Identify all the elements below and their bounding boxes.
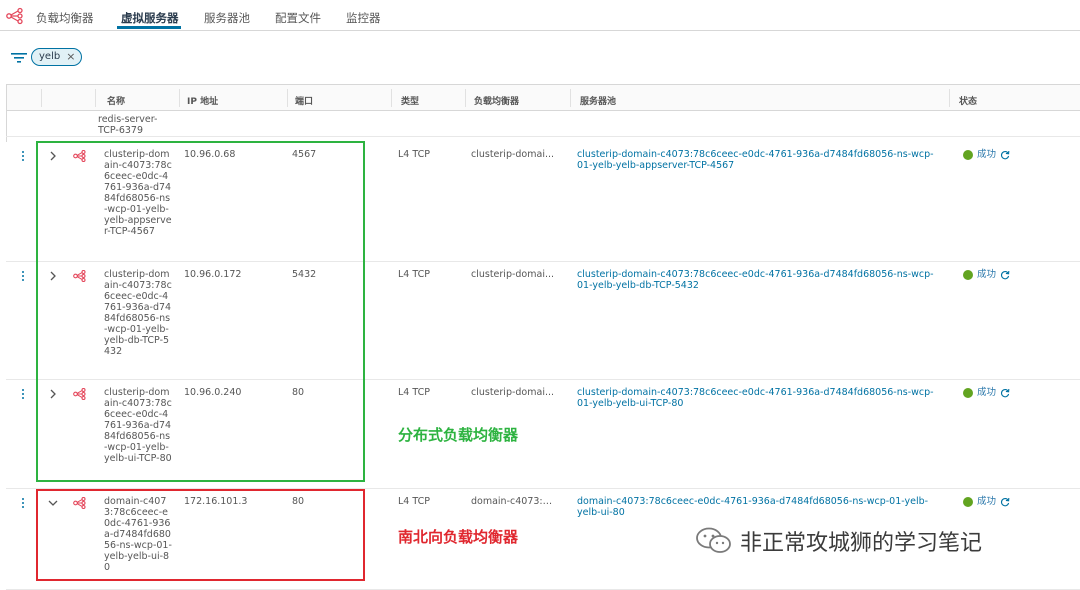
north-south-lb-annotation: 南北向负载均衡器 — [398, 528, 519, 546]
close-icon[interactable]: × — [66, 49, 75, 65]
type: L4 TCP — [398, 149, 430, 160]
refresh-icon[interactable] — [1000, 497, 1010, 507]
server-pool-link[interactable]: clusterip-domain-c4073:78c6ceec-e0dc-476… — [577, 149, 942, 171]
active-tab-indicator — [117, 26, 181, 29]
column-header-load-balancer[interactable]: 负载均衡器 — [474, 94, 519, 107]
row-actions-icon[interactable] — [20, 151, 26, 163]
column-separator — [949, 89, 950, 107]
status-badge: 成功 — [963, 387, 1010, 398]
status-text: 成功 — [977, 149, 997, 160]
watermark: 非正常攻城狮的学习笔记 — [694, 525, 982, 557]
refresh-icon[interactable] — [1000, 388, 1010, 398]
load-balancer-link[interactable]: clusterip-domai... — [471, 269, 556, 280]
status-text: 成功 — [977, 496, 997, 507]
status-text: 成功 — [977, 387, 997, 398]
filter-chip[interactable]: yelb × — [31, 48, 83, 66]
column-header-server-pool[interactable]: 服务器池 — [580, 94, 616, 107]
column-separator — [570, 89, 571, 107]
distributed-lb-highlight-box — [36, 141, 365, 482]
server-pool-link[interactable]: domain-c4073:78c6ceec-e0dc-4761-936a-d74… — [577, 496, 942, 518]
tab-profiles[interactable]: 配置文件 — [275, 10, 321, 26]
server-pool-link[interactable]: clusterip-domain-c4073:78c6ceec-e0dc-476… — [577, 269, 942, 291]
type: L4 TCP — [398, 269, 430, 280]
success-status-dot — [963, 387, 973, 398]
row-actions-icon[interactable] — [20, 271, 26, 283]
tab-load-balancers[interactable]: 负载均衡器 — [36, 10, 94, 26]
success-status-dot — [963, 496, 973, 507]
load-balancer-icon — [6, 7, 23, 25]
watermark-text: 非正常攻城狮的学习笔记 — [740, 531, 983, 556]
server-pool-link[interactable]: clusterip-domain-c4073:78c6ceec-e0dc-476… — [577, 387, 942, 409]
partial-row-name: redis-server- TCP-6379 — [98, 114, 158, 136]
status-text: 成功 — [977, 269, 997, 280]
refresh-icon[interactable] — [1000, 150, 1010, 160]
table-header: 名称 IP 地址 端口 类型 负载均衡器 服务器池 状态 — [7, 85, 1080, 111]
tab-monitors[interactable]: 监控器 — [346, 10, 381, 26]
column-separator — [287, 89, 288, 107]
load-balancer-link[interactable]: clusterip-domai... — [471, 387, 556, 398]
refresh-icon[interactable] — [1000, 270, 1010, 280]
column-header-ip[interactable]: IP 地址 — [187, 94, 218, 107]
table-row-partial-name: redis-server- TCP-6379 — [98, 114, 157, 136]
north-south-lb-highlight-box — [36, 489, 365, 581]
success-status-dot — [963, 269, 973, 280]
column-separator — [391, 89, 392, 107]
column-header-status[interactable]: 状态 — [959, 94, 977, 107]
type: L4 TCP — [398, 387, 430, 398]
status-badge: 成功 — [963, 149, 1010, 160]
filter-bar: yelb × — [0, 40, 1080, 76]
column-separator — [465, 89, 466, 107]
top-nav: 负载均衡器 虚拟服务器 服务器池 配置文件 监控器 — [0, 0, 1080, 31]
column-separator — [179, 89, 180, 107]
row-actions-icon[interactable] — [20, 498, 26, 510]
column-separator — [95, 89, 96, 107]
tab-server-pools[interactable]: 服务器池 — [204, 10, 250, 26]
success-status-dot — [963, 149, 973, 160]
type: L4 TCP — [398, 496, 430, 507]
load-balancer-link[interactable]: clusterip-domai... — [471, 149, 556, 160]
column-header-type[interactable]: 类型 — [401, 94, 419, 107]
column-header-port[interactable]: 端口 — [295, 94, 313, 107]
wechat-icon — [696, 527, 731, 553]
row-divider — [6, 136, 1080, 137]
column-header-name[interactable]: 名称 — [107, 94, 125, 107]
distributed-lb-annotation: 分布式负载均衡器 — [398, 426, 519, 444]
status-badge: 成功 — [963, 269, 1010, 280]
status-badge: 成功 — [963, 496, 1010, 507]
column-separator — [41, 89, 42, 107]
load-balancer-link[interactable]: domain-c4073:7... — [471, 496, 556, 507]
filter-chip-label: yelb — [39, 51, 61, 62]
row-actions-icon[interactable] — [20, 389, 26, 401]
filter-icon[interactable] — [11, 53, 27, 63]
tab-virtual-servers[interactable]: 虚拟服务器 — [121, 10, 179, 26]
